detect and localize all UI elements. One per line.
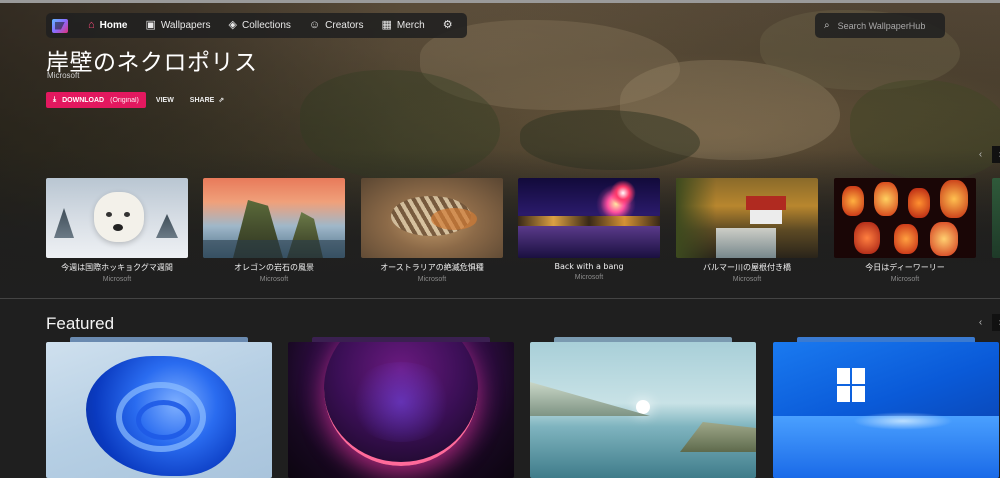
featured-thumbnail: [773, 342, 999, 478]
wallpaper-thumbnail: [203, 178, 345, 258]
nav-item-label: Collections: [241, 20, 291, 31]
nav-item-home[interactable]: ⌂ Home: [80, 13, 135, 38]
wallpaper-card[interactable]: 今週は国際ホッキョクグマ週間 Microsoft: [46, 178, 188, 283]
chevron-right-icon[interactable]: ›: [992, 314, 1000, 331]
download-sublabel: (Original): [110, 96, 139, 104]
search-icon: ⌕: [824, 20, 830, 31]
chevron-left-icon[interactable]: ‹: [972, 314, 989, 331]
download-icon: ⤓: [53, 96, 57, 103]
featured-thumbnail: [530, 342, 756, 478]
nav-item-label: Home: [99, 20, 128, 31]
carousel-arrows: ‹ ›: [972, 146, 1000, 163]
window-top-border: [0, 0, 1000, 3]
nav-item-creators[interactable]: ☺ Creators: [301, 13, 372, 38]
wallpaper-title: 今週は国際ホッキョクグマ週間: [61, 263, 173, 272]
featured-collection-card[interactable]: [288, 337, 514, 478]
wallpaper-title: オレゴンの岩石の風景: [234, 263, 314, 272]
share-icon: ⇗: [218, 97, 225, 104]
wallpaper-card[interactable]: オーストラリアの絶滅危惧種 Microsoft: [361, 178, 503, 283]
nav-item-wallpapers[interactable]: ▣ Wallpapers: [137, 13, 218, 38]
download-button[interactable]: ⤓ DOWNLOAD (Original): [46, 92, 146, 108]
download-label: DOWNLOAD: [62, 96, 105, 104]
wallpaper-title: バルマー川の屋根付き橋: [703, 263, 791, 272]
wallpaper-thumbnail: [834, 178, 976, 258]
wallpaper-author: Microsoft: [732, 276, 762, 283]
hero-actions: ⤓ DOWNLOAD (Original) VIEW SHARE ⇗: [46, 92, 230, 108]
share-button[interactable]: SHARE ⇗: [184, 92, 230, 108]
wallpaper-title: オーストラリアの絶滅危惧種: [380, 263, 484, 272]
home-icon: ⌂: [88, 19, 95, 31]
layers-icon: ◈: [228, 19, 237, 31]
share-label: SHARE: [189, 96, 215, 104]
wallpaper-card[interactable]: 今日はディーワーリー Microsoft: [834, 178, 976, 283]
nav-item-collections[interactable]: ◈ Collections: [221, 13, 299, 38]
wallpaper-author: Microsoft: [259, 276, 289, 283]
wallpaper-thumbnail: [46, 178, 188, 258]
image-icon: ▣: [145, 19, 156, 31]
wallpaper-thumbnail: [518, 178, 660, 258]
search-box[interactable]: ⌕: [815, 13, 945, 38]
nav-item-label: Creators: [325, 20, 364, 31]
users-icon: ☺: [308, 19, 321, 31]
shop-icon: ▦: [381, 19, 392, 31]
view-button[interactable]: VIEW: [150, 92, 180, 108]
wallpaper-card[interactable]: Back with a bang Microsoft: [518, 178, 660, 281]
wallpaper-thumbnail: [676, 178, 818, 258]
wallpaperhub-logo[interactable]: [52, 18, 68, 33]
wallpaper-author: Microsoft: [574, 274, 604, 281]
wallpaper-card-partial[interactable]: [992, 178, 1000, 258]
wallpaper-card[interactable]: バルマー川の屋根付き橋 Microsoft: [676, 178, 818, 283]
chevron-left-icon[interactable]: ‹: [972, 146, 989, 163]
hero-author[interactable]: Microsoft: [47, 71, 79, 80]
nav-item-label: Wallpapers: [160, 20, 211, 31]
wallpaper-author: Microsoft: [417, 276, 447, 283]
section-divider: [0, 298, 1000, 299]
wallpaper-thumbnail: [361, 178, 503, 258]
top-navigation: ⌂ Home ▣ Wallpapers ◈ Collections ☺ Crea…: [46, 13, 467, 38]
wallpaper-author: Microsoft: [102, 276, 132, 283]
view-label: VIEW: [155, 96, 174, 104]
wallpaper-card[interactable]: オレゴンの岩石の風景 Microsoft: [203, 178, 345, 283]
featured-collection-card[interactable]: [773, 337, 999, 478]
featured-heading: Featured: [46, 314, 115, 333]
wallpaper-title: Back with a bang: [554, 262, 624, 271]
featured-thumbnail: [288, 342, 514, 478]
featured-collection-card[interactable]: [530, 337, 756, 478]
nav-item-merch[interactable]: ▦ Merch: [374, 13, 433, 38]
nav-item-settings[interactable]: ⚙: [435, 13, 461, 38]
wallpaper-author: Microsoft: [890, 276, 920, 283]
featured-arrows: ‹ ›: [972, 314, 1000, 331]
gear-icon: ⚙: [442, 19, 453, 31]
chevron-right-icon[interactable]: ›: [992, 146, 1000, 163]
page: ⌂ Home ▣ Wallpapers ◈ Collections ☺ Crea…: [0, 0, 1000, 478]
featured-thumbnail: [46, 342, 272, 478]
nav-item-label: Merch: [396, 20, 425, 31]
wallpaper-title: 今日はディーワーリー: [865, 263, 945, 272]
featured-collection-card[interactable]: [46, 337, 272, 478]
search-input[interactable]: [837, 20, 938, 31]
